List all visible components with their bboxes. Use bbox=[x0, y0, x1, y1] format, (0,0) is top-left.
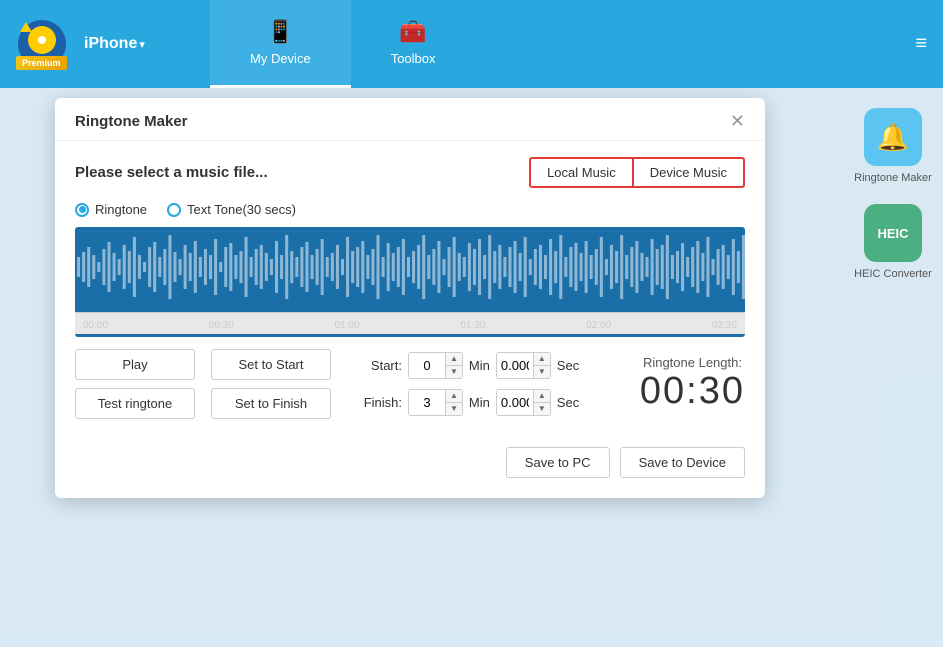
finish-sec-arrows: ▲ ▼ bbox=[533, 390, 550, 415]
timeline-mark-3: 01:30 bbox=[460, 320, 485, 331]
brand-name: iPhone bbox=[84, 35, 137, 53]
heic-converter-icon: HEIC bbox=[864, 204, 922, 262]
right-sidebar: 🔔 Ringtone Maker HEIC HEIC Converter bbox=[843, 88, 943, 647]
finish-min-label: Min bbox=[469, 395, 490, 410]
timeline-mark-2: 01:00 bbox=[335, 320, 360, 331]
finish-min-arrows: ▲ ▼ bbox=[445, 390, 462, 415]
start-sec-spinner[interactable]: ▲ ▼ bbox=[496, 352, 551, 379]
ringtone-maker-label: Ringtone Maker bbox=[854, 172, 932, 184]
radio-row: Ringtone Text Tone(30 secs) bbox=[75, 202, 745, 217]
main-content: Ringtone Maker ✕ Please select a music f… bbox=[0, 88, 943, 647]
radio-ringtone[interactable]: Ringtone bbox=[75, 202, 147, 217]
ringtone-length-value: 00:30 bbox=[640, 370, 745, 413]
save-to-pc-button[interactable]: Save to PC bbox=[506, 447, 610, 478]
local-music-button[interactable]: Local Music bbox=[529, 157, 634, 188]
start-min-down[interactable]: ▼ bbox=[446, 366, 462, 378]
controls-area: Play Test ringtone Set to Start Set to F… bbox=[75, 349, 745, 419]
finish-sec-spinner[interactable]: ▲ ▼ bbox=[496, 389, 551, 416]
waveform-timeline: 00:00 00:30 01:00 01:30 02:00 02:30 bbox=[75, 312, 745, 334]
timeline-mark-5: 02:30 bbox=[712, 320, 737, 331]
timeline-mark-0: 00:00 bbox=[83, 320, 108, 331]
modal-backdrop: Ringtone Maker ✕ Please select a music f… bbox=[0, 88, 943, 647]
test-ringtone-button[interactable]: Test ringtone bbox=[75, 388, 195, 419]
brand-area: Premium iPhone ▾ bbox=[0, 0, 210, 88]
start-sec-down[interactable]: ▼ bbox=[534, 366, 550, 378]
radio-text-tone[interactable]: Text Tone(30 secs) bbox=[167, 202, 296, 217]
finish-sec-down[interactable]: ▼ bbox=[534, 403, 550, 415]
top-nav: Premium iPhone ▾ 📱 My Device 🧰 Toolbox ≡ bbox=[0, 0, 943, 88]
finish-sec-up[interactable]: ▲ bbox=[534, 390, 550, 403]
tab-my-device[interactable]: 📱 My Device bbox=[210, 0, 351, 88]
set-to-start-button[interactable]: Set to Start bbox=[211, 349, 331, 380]
finish-min-down[interactable]: ▼ bbox=[446, 403, 462, 415]
music-source-buttons: Local Music Device Music bbox=[529, 157, 745, 188]
app-logo: Premium bbox=[16, 18, 68, 70]
tab-toolbox[interactable]: 🧰 Toolbox bbox=[351, 0, 476, 88]
start-sec-up[interactable]: ▲ bbox=[534, 353, 550, 366]
select-music-row: Please select a music file... Local Musi… bbox=[75, 157, 745, 188]
start-label: Start: bbox=[357, 358, 402, 373]
sidebar-tool-heic-converter[interactable]: HEIC HEIC Converter bbox=[854, 204, 932, 280]
modal-body: Please select a music file... Local Musi… bbox=[55, 141, 765, 435]
playback-buttons: Play Test ringtone bbox=[75, 349, 195, 419]
time-controls: Start: ▲ ▼ Min bbox=[357, 352, 579, 416]
tab-my-device-label: My Device bbox=[250, 51, 311, 66]
start-sec-arrows: ▲ ▼ bbox=[533, 353, 550, 378]
timeline-mark-4: 02:00 bbox=[586, 320, 611, 331]
ringtone-maker-modal: Ringtone Maker ✕ Please select a music f… bbox=[55, 98, 765, 498]
finish-sec-input[interactable] bbox=[497, 391, 533, 414]
play-button[interactable]: Play bbox=[75, 349, 195, 380]
timeline-mark-1: 00:30 bbox=[209, 320, 234, 331]
radio-text-tone-label: Text Tone(30 secs) bbox=[187, 202, 296, 217]
set-buttons: Set to Start Set to Finish bbox=[211, 349, 331, 419]
device-music-button[interactable]: Device Music bbox=[634, 157, 745, 188]
ringtone-length-display: Ringtone Length: 00:30 bbox=[640, 355, 745, 413]
start-min-up[interactable]: ▲ bbox=[446, 353, 462, 366]
start-min-spinner[interactable]: ▲ ▼ bbox=[408, 352, 463, 379]
finish-label: Finish: bbox=[357, 395, 402, 410]
my-device-icon: 📱 bbox=[267, 19, 294, 45]
radio-text-tone-indicator bbox=[167, 203, 181, 217]
start-sec-input[interactable] bbox=[497, 354, 533, 377]
start-min-input[interactable] bbox=[409, 354, 445, 377]
finish-min-up[interactable]: ▲ bbox=[446, 390, 462, 403]
waveform-area: 00:00 00:30 01:00 01:30 02:00 02:30 bbox=[75, 227, 745, 337]
start-min-arrows: ▲ ▼ bbox=[445, 353, 462, 378]
sidebar-tool-ringtone-maker[interactable]: 🔔 Ringtone Maker bbox=[854, 108, 932, 184]
tab-toolbox-label: Toolbox bbox=[391, 51, 436, 66]
modal-close-button[interactable]: ✕ bbox=[730, 112, 745, 130]
start-sec-label: Sec bbox=[557, 358, 579, 373]
set-to-finish-button[interactable]: Set to Finish bbox=[211, 388, 331, 419]
waveform-svg bbox=[75, 227, 745, 307]
ringtone-maker-icon: 🔔 bbox=[864, 108, 922, 166]
ringtone-length-label: Ringtone Length: bbox=[640, 355, 745, 370]
select-music-label: Please select a music file... bbox=[75, 164, 268, 181]
start-min-label: Min bbox=[469, 358, 490, 373]
heic-converter-label: HEIC Converter bbox=[854, 268, 932, 280]
modal-footer: Save to PC Save to Device bbox=[55, 435, 765, 478]
finish-sec-label: Sec bbox=[557, 395, 579, 410]
finish-min-input[interactable] bbox=[409, 391, 445, 414]
finish-min-spinner[interactable]: ▲ ▼ bbox=[408, 389, 463, 416]
radio-ringtone-label: Ringtone bbox=[95, 202, 147, 217]
nav-tabs: 📱 My Device 🧰 Toolbox bbox=[210, 0, 476, 88]
radio-ringtone-indicator bbox=[75, 203, 89, 217]
modal-header: Ringtone Maker ✕ bbox=[55, 98, 765, 141]
start-time-row: Start: ▲ ▼ Min bbox=[357, 352, 579, 379]
toolbox-icon: 🧰 bbox=[399, 19, 426, 45]
save-to-device-button[interactable]: Save to Device bbox=[620, 447, 745, 478]
hamburger-menu[interactable]: ≡ bbox=[915, 33, 927, 56]
finish-time-row: Finish: ▲ ▼ Min bbox=[357, 389, 579, 416]
premium-badge: Premium bbox=[16, 56, 67, 70]
modal-title: Ringtone Maker bbox=[75, 113, 188, 130]
brand-dropdown-icon[interactable]: ▾ bbox=[139, 38, 145, 51]
